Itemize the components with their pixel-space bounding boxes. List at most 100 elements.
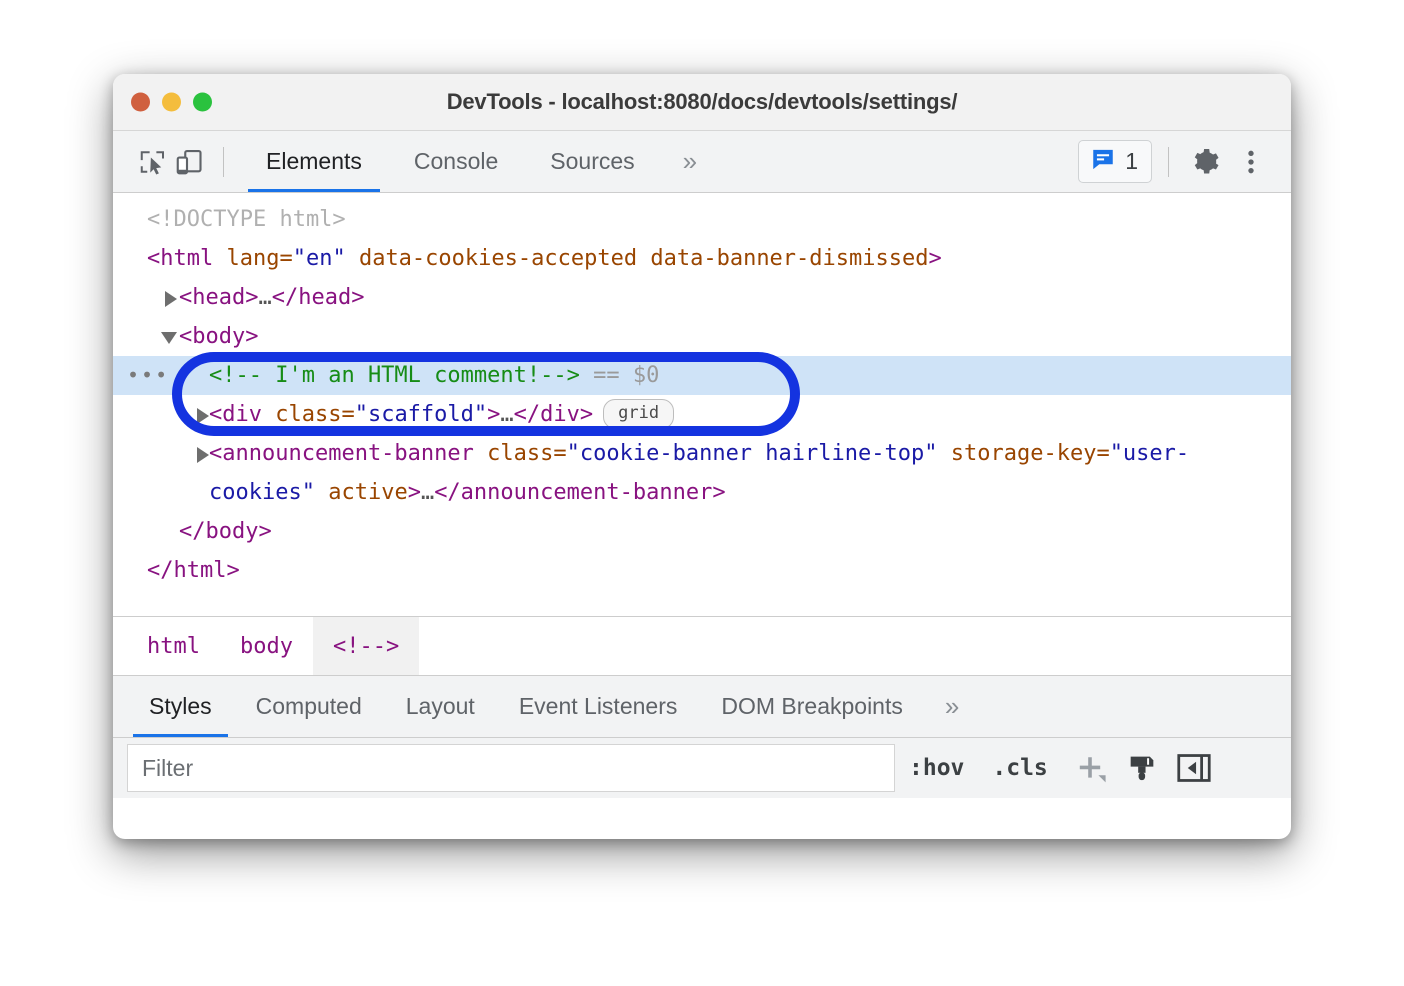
banner-ellipsis: … (421, 480, 434, 505)
dom-node-html-close[interactable]: </html> (113, 551, 1291, 590)
head-tag-open: <head> (179, 285, 258, 310)
tab-styles-label: Styles (149, 693, 212, 720)
more-panels-label: » (683, 146, 697, 177)
breadcrumb-item-body-label: body (240, 634, 293, 659)
scaffold-ellipsis: … (500, 402, 513, 427)
devtools-main-toolbar: Elements Console Sources » (113, 131, 1291, 193)
toolbar-divider-right (1168, 147, 1169, 177)
breadcrumb-item-html-label: html (147, 634, 200, 659)
tab-computed[interactable]: Computed (234, 676, 384, 737)
panel-tabs: Elements Console Sources » (240, 131, 719, 192)
issues-message-icon (1090, 146, 1116, 177)
tab-elements-label: Elements (266, 148, 362, 175)
tab-sources-label: Sources (550, 148, 634, 175)
dom-node-head[interactable]: <head>…</head> (113, 278, 1291, 317)
more-panels-chevron-icon[interactable]: » (661, 131, 719, 192)
dom-node-div-scaffold[interactable]: <div class="scaffold">…</div>grid (113, 395, 1291, 434)
tab-event-listeners[interactable]: Event Listeners (497, 676, 700, 737)
dom-node-body-close[interactable]: </body> (113, 512, 1291, 551)
cls-button-label: .cls (992, 755, 1047, 781)
dom-node-announcement-banner[interactable]: <announcement-banner class="cookie-banne… (113, 434, 1291, 512)
inspect-element-icon[interactable] (135, 145, 171, 179)
tab-styles[interactable]: Styles (127, 676, 234, 737)
styles-sidebar-tabs: Styles Computed Layout Event Listeners D… (113, 676, 1291, 738)
tab-computed-label: Computed (256, 693, 362, 720)
banner-tag-gt: > (408, 480, 421, 505)
devtools-window: DevTools - localhost:8080/docs/devtools/… (113, 74, 1291, 839)
toggle-sidebar-icon[interactable] (1170, 746, 1218, 790)
breadcrumb-item-html[interactable]: html (127, 617, 220, 675)
dom-node-doctype[interactable]: <!DOCTYPE html> (113, 200, 1291, 239)
head-ellipsis: … (258, 285, 271, 310)
toolbar-divider (223, 147, 224, 177)
plus-new-style-rule-icon[interactable] (1066, 746, 1114, 790)
tab-sources[interactable]: Sources (524, 131, 660, 192)
cls-button[interactable]: .cls (978, 755, 1061, 781)
scaffold-attr-class-name: class= (262, 402, 355, 427)
html-tag-gt: > (929, 246, 942, 271)
html-tag-open: <html (147, 246, 213, 271)
tab-layout-label: Layout (406, 693, 475, 720)
breadcrumb-item-comment[interactable]: <!--> (313, 617, 419, 675)
scaffold-tag-close: </div> (514, 402, 593, 427)
screenshot-stage: DevTools - localhost:8080/docs/devtools/… (0, 0, 1404, 986)
html-attr-cookies-accepted: data-cookies-accepted (346, 246, 637, 271)
scaffold-tag-gt: > (487, 402, 500, 427)
breadcrumb: html body <!--> (113, 617, 1291, 676)
paint-brush-icon[interactable] (1118, 746, 1166, 790)
breadcrumb-item-body[interactable]: body (220, 617, 313, 675)
head-tag-close: </head> (272, 285, 365, 310)
banner-attr-class-value: "cookie-banner hairline-top" (567, 441, 938, 466)
doctype-text: <!DOCTYPE html> (147, 207, 346, 232)
tab-dom-breakpoints-label: DOM Breakpoints (721, 693, 903, 720)
breadcrumb-item-comment-label: <!--> (333, 634, 399, 659)
maximize-window-button[interactable] (193, 93, 212, 112)
traffic-light-controls (131, 93, 212, 112)
minimize-window-button[interactable] (162, 93, 181, 112)
more-sidebar-tabs-chevron-icon[interactable]: » (925, 676, 979, 737)
close-window-button[interactable] (131, 93, 150, 112)
body-close-text: </body> (179, 519, 272, 544)
collapse-body-triangle-icon[interactable] (161, 332, 177, 344)
dom-tree-panel[interactable]: <!DOCTYPE html> <html lang="en" data-coo… (113, 193, 1291, 617)
banner-attr-storage-key-name: storage-key= (938, 441, 1110, 466)
html-attr-banner-dismissed: data-banner-dismissed (637, 246, 928, 271)
dom-node-html-open[interactable]: <html lang="en" data-cookies-accepted da… (113, 239, 1291, 278)
tab-event-listeners-label: Event Listeners (519, 693, 678, 720)
expand-announcement-banner-triangle-icon[interactable] (197, 447, 209, 463)
html-attr-lang-value: "en" (293, 246, 346, 271)
more-sidebar-tabs-label: » (945, 691, 959, 722)
expand-scaffold-triangle-icon[interactable] (197, 408, 209, 424)
console-reference-label: == $0 (593, 363, 659, 388)
hov-button-label: :hov (909, 755, 964, 781)
grid-badge[interactable]: grid (603, 399, 674, 429)
tab-console[interactable]: Console (388, 131, 524, 192)
tab-elements[interactable]: Elements (240, 131, 388, 192)
styles-filter-bar: :hov .cls (113, 738, 1291, 798)
dom-node-body-open[interactable]: <body> (113, 317, 1291, 356)
banner-attr-class-name: class= (474, 441, 567, 466)
html-attr-lang-name: lang= (213, 246, 292, 271)
banner-attr-active: active (315, 480, 408, 505)
filter-input[interactable] (127, 744, 895, 792)
window-title-bar: DevTools - localhost:8080/docs/devtools/… (113, 74, 1291, 131)
dom-node-comment[interactable]: ••• <!-- I'm an HTML comment!--> == $0 (113, 356, 1291, 395)
scaffold-tag-open: <div (209, 402, 262, 427)
issues-count: 1 (1125, 148, 1138, 175)
tab-console-label: Console (414, 148, 498, 175)
hov-button[interactable]: :hov (895, 755, 978, 781)
tab-dom-breakpoints[interactable]: DOM Breakpoints (699, 676, 925, 737)
body-tag-open: <body> (179, 324, 258, 349)
banner-tag-open: <announcement-banner (209, 441, 474, 466)
device-toolbar-icon[interactable] (171, 145, 207, 179)
comment-text: <!-- I'm an HTML comment!--> (209, 363, 580, 388)
tab-layout[interactable]: Layout (384, 676, 497, 737)
kebab-menu-icon[interactable] (1229, 142, 1273, 182)
issues-button[interactable]: 1 (1078, 140, 1152, 183)
gear-icon[interactable] (1185, 142, 1229, 182)
banner-tag-close: </announcement-banner> (434, 480, 725, 505)
window-title: DevTools - localhost:8080/docs/devtools/… (113, 89, 1291, 115)
expand-head-triangle-icon[interactable] (165, 291, 177, 307)
node-overflow-dots-icon[interactable]: ••• (127, 356, 169, 395)
html-close-text: </html> (147, 558, 240, 583)
